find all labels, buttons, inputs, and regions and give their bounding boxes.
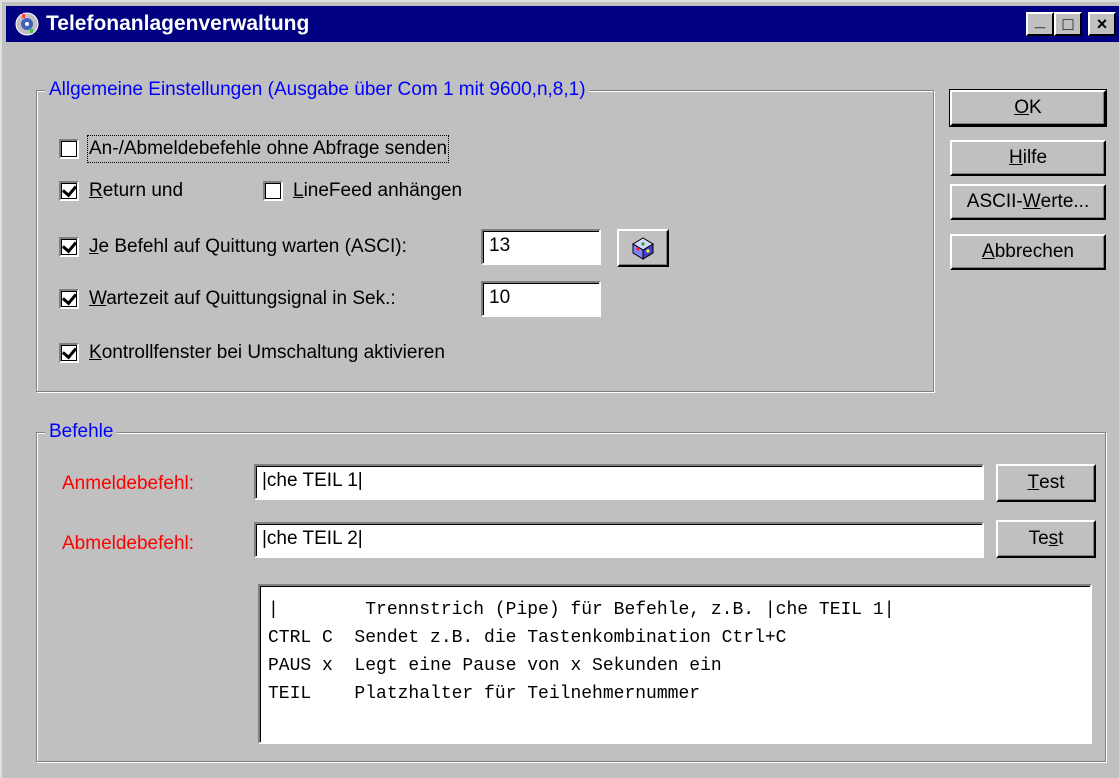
return-checkbox[interactable] xyxy=(59,181,79,201)
logout-command-label: Abmeldebefehl: xyxy=(62,533,195,554)
control-window-row[interactable]: Kontrollfenster bei Umschaltung aktivier… xyxy=(59,341,445,365)
help-line: PAUS x Legt eine Pause von x Sekunden ei… xyxy=(268,656,722,676)
help-button[interactable]: Hilfe xyxy=(950,140,1106,176)
wait-ack-ascii-input[interactable]: 13 xyxy=(481,229,601,265)
close-icon: × xyxy=(1096,14,1108,34)
return-label: Return und xyxy=(89,180,184,201)
minimize-icon: _ xyxy=(1034,10,1045,30)
general-settings-group: Allgemeine Einstellungen (Ausgabe über C… xyxy=(36,78,934,392)
title-bar[interactable]: Telefonanlagenverwaltung _ □ × xyxy=(6,6,1119,42)
command-syntax-help: | Trennstrich (Pipe) für Befehle, z.B. |… xyxy=(258,584,1092,744)
control-window-label: Kontrollfenster bei Umschaltung aktivier… xyxy=(89,342,445,363)
wait-time-input[interactable]: 10 xyxy=(481,281,601,317)
return-row[interactable]: Return und xyxy=(59,179,183,203)
phone-dice-icon xyxy=(632,237,654,260)
ok-button[interactable]: OK xyxy=(949,89,1107,127)
commands-legend: Befehle xyxy=(45,420,118,444)
cancel-button[interactable]: Abbrechen xyxy=(950,234,1106,270)
linefeed-label: LineFeed anhängen xyxy=(293,180,463,201)
help-line: | Trennstrich (Pipe) für Befehle, z.B. |… xyxy=(268,600,895,620)
wait-ack-checkbox[interactable] xyxy=(59,237,79,257)
ascii-values-button[interactable]: ASCII- Werte... xyxy=(950,184,1106,220)
maximize-button[interactable]: □ xyxy=(1054,12,1082,36)
login-command-input[interactable]: |che TEIL 1| xyxy=(254,464,984,500)
login-test-button[interactable]: Test xyxy=(996,464,1096,502)
phone-system-icon xyxy=(15,12,39,36)
wait-ack-picker-button[interactable] xyxy=(617,229,669,267)
login-command-label: Anmeldebefehl: xyxy=(62,473,195,494)
wait-ack-row[interactable]: Je Befehl auf Quittung warten (ASCI): xyxy=(59,235,407,259)
wait-time-checkbox[interactable] xyxy=(59,289,79,309)
help-line: TEIL Platzhalter für Teilnehmernummer xyxy=(268,684,701,704)
linefeed-row[interactable]: LineFeed anhängen xyxy=(263,179,462,203)
logout-command-input[interactable]: |che TEIL 2| xyxy=(254,522,984,558)
maximize-icon: □ xyxy=(1062,14,1074,34)
minimize-button[interactable]: _ xyxy=(1026,10,1054,36)
dialog-window: Telefonanlagenverwaltung _ □ × Allgemein… xyxy=(0,0,1119,778)
wait-time-label: Wartezeit auf Quittungsignal in Sek.: xyxy=(89,288,396,309)
logout-test-button[interactable]: Te s t xyxy=(996,520,1096,558)
linefeed-checkbox[interactable] xyxy=(263,181,283,201)
send-without-prompt-row[interactable]: An-/Abmeldebefehle ohne Abfrage senden xyxy=(59,135,450,163)
wait-time-row[interactable]: Wartezeit auf Quittungsignal in Sek.: xyxy=(59,287,396,311)
wait-ack-label: Je Befehl auf Quittung warten (ASCI): xyxy=(89,236,407,257)
general-settings-legend: Allgemeine Einstellungen (Ausgabe über C… xyxy=(45,78,590,102)
send-without-prompt-checkbox[interactable] xyxy=(59,139,79,159)
close-button[interactable]: × xyxy=(1088,12,1116,36)
control-window-checkbox[interactable] xyxy=(59,343,79,363)
window-title: Telefonanlagenverwaltung xyxy=(46,12,310,35)
send-without-prompt-label: An-/Abmeldebefehle ohne Abfrage senden xyxy=(86,135,450,163)
help-line: CTRL C Sendet z.B. die Tastenkombination… xyxy=(268,628,787,648)
